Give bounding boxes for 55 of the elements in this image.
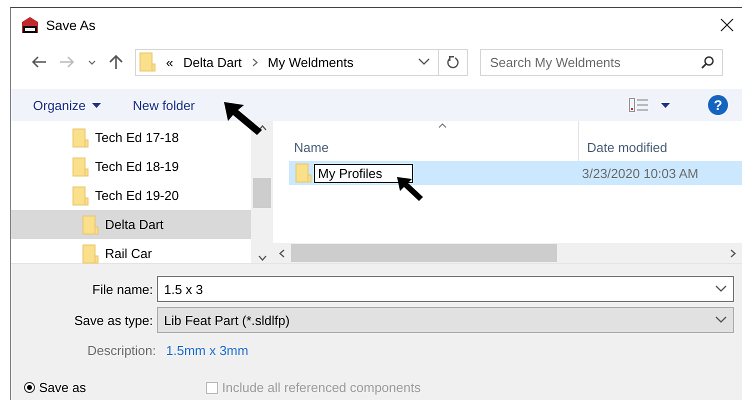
scroll-down-icon[interactable] xyxy=(258,255,266,261)
view-options-icon[interactable] xyxy=(629,98,649,112)
recent-chevron-icon[interactable] xyxy=(88,60,96,64)
file-row[interactable]: My Profiles 3/23/2020 10:03 AM xyxy=(289,161,742,185)
column-header[interactable]: Name xyxy=(273,121,578,161)
back-arrow-icon[interactable] xyxy=(31,56,47,68)
field-label: Save as type: xyxy=(73,312,154,328)
window-title: Save As xyxy=(46,18,96,32)
tree-item[interactable]: Tech Ed 17-18 xyxy=(11,123,251,152)
folder-icon xyxy=(72,128,89,148)
scroll-right-icon[interactable] xyxy=(730,248,736,258)
folder-icon xyxy=(139,52,156,72)
date-modified: 3/23/2020 10:03 AM xyxy=(581,166,698,180)
folder-icon xyxy=(72,186,89,206)
folder-icon xyxy=(82,244,99,264)
option-label: Include all referenced components xyxy=(222,380,421,395)
annotation-arrow xyxy=(395,175,425,203)
description-value: 1.5mm x 3mm xyxy=(165,343,248,358)
tree-item[interactable]: Rail Car xyxy=(11,239,251,268)
folder-icon xyxy=(82,214,99,234)
tree-item[interactable]: Tech Ed 18-19 xyxy=(11,152,251,181)
caret-icon[interactable] xyxy=(661,102,670,108)
tree-item[interactable]: Delta Dart xyxy=(11,210,251,239)
radio-button[interactable] xyxy=(24,382,35,393)
folder-icon xyxy=(295,163,312,183)
scrollbar-thumb[interactable] xyxy=(291,244,557,262)
chevron-down-icon[interactable] xyxy=(715,316,727,324)
scrollbar-thumb[interactable] xyxy=(253,178,271,208)
option-label: Save as xyxy=(39,380,86,395)
search-field[interactable]: Search My Weldments xyxy=(480,48,723,76)
address-dropdown-icon[interactable] xyxy=(418,58,430,66)
tree-item[interactable]: Tech Ed 19-20 xyxy=(11,181,251,210)
refresh-icon[interactable] xyxy=(447,55,459,69)
field-label: Description: xyxy=(86,343,157,358)
sort-caret-icon xyxy=(438,123,447,128)
rename-field[interactable]: My Profiles xyxy=(314,164,414,182)
search-icon[interactable] xyxy=(701,56,714,68)
annotation-arrow xyxy=(222,100,264,136)
up-arrow-icon[interactable] xyxy=(109,54,123,70)
overflow-chevrons[interactable]: « xyxy=(166,54,174,70)
new-folder-button[interactable]: New folder xyxy=(132,94,195,116)
close-icon[interactable] xyxy=(720,18,734,32)
breadcrumb[interactable]: Delta Dart xyxy=(183,54,242,70)
caret-icon xyxy=(92,102,101,108)
save-type-dropdown[interactable]: Lib Feat Part (*.sldlfp) xyxy=(157,307,734,333)
folder-icon xyxy=(72,156,89,176)
organize-button[interactable]: Organize xyxy=(33,94,101,116)
help-button[interactable]: ? xyxy=(708,95,728,115)
scroll-left-icon[interactable] xyxy=(279,248,285,258)
app-logo-icon xyxy=(21,16,39,34)
breadcrumb[interactable]: My Weldments xyxy=(268,54,354,70)
field-label: File name: xyxy=(91,282,154,296)
file-name-field[interactable]: 1.5 x 3 xyxy=(157,276,734,302)
chevron-right-icon xyxy=(252,58,258,66)
chevron-down-icon[interactable] xyxy=(715,285,727,293)
